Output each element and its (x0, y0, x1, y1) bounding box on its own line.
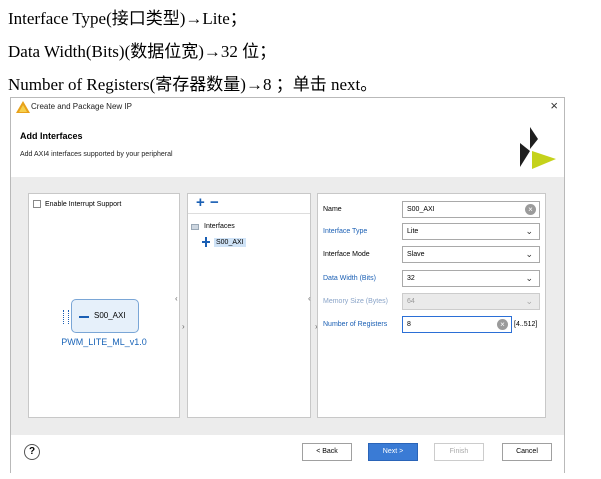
clear-name-icon[interactable]: × (525, 204, 536, 215)
add-interface-button[interactable]: + (196, 195, 205, 211)
collapse-arrow-icon[interactable]: ‹ (175, 294, 178, 303)
ip-name-label: PWM_LITE_ML_v1.0 (61, 337, 147, 347)
bus-connector-icon (63, 310, 69, 324)
interface-mode-row: Interface Mode Slave ⌄ (323, 246, 543, 263)
title-bar: Create and Package New IP × (11, 98, 564, 117)
memory-size-row: Memory Size (Bytes) 64 ⌄ (323, 293, 543, 310)
interfaces-folder[interactable]: Interfaces (191, 223, 235, 230)
next-button[interactable]: Next > (368, 443, 418, 461)
ip-port-label: S00_AXI (94, 311, 126, 320)
name-row: Name S00_AXI × (323, 201, 543, 218)
interface-mode-value: Slave (407, 251, 425, 258)
xilinx-logo-icon (520, 127, 556, 169)
vivado-logo-icon (16, 101, 30, 113)
chevron-down-icon: ⌄ (525, 249, 533, 259)
close-icon[interactable]: × (550, 99, 558, 113)
clear-registers-icon[interactable]: × (497, 319, 508, 330)
create-package-ip-dialog: Create and Package New IP × Add Interfac… (10, 97, 565, 473)
interface-type-value: Lite (407, 228, 419, 235)
ip-preview-panel: Enable Interrupt Support S00_AXI PWM_LIT… (28, 193, 185, 418)
interface-item-label: S00_AXI (214, 237, 246, 247)
registers-value: 8 (407, 321, 411, 328)
ip-symbol: S00_AXI (63, 299, 139, 333)
registers-row: Number of Registers 8 × [4..512] (323, 316, 543, 333)
name-value: S00_AXI (407, 206, 435, 213)
memory-size-label: Memory Size (Bytes) (323, 298, 388, 305)
collapse-arrow-icon[interactable]: ‹ (308, 294, 311, 303)
port-minus-icon (79, 316, 89, 318)
interface-item-s00-axi[interactable]: S00_AXI (202, 236, 246, 248)
data-width-label: Data Width (Bits) (323, 275, 376, 282)
memory-size-select: 64 ⌄ (402, 293, 540, 310)
interfaces-panel: + − Interfaces S00_AXI ‹ › (187, 193, 318, 418)
interface-type-select[interactable]: Lite ⌄ (402, 223, 540, 240)
interrupt-option[interactable]: Enable Interrupt Support (33, 200, 121, 208)
cancel-button[interactable]: Cancel (502, 443, 552, 461)
dialog-footer: ? < Back Next > Finish Cancel (11, 435, 564, 473)
interrupt-label: Enable Interrupt Support (45, 200, 122, 208)
registers-range: [4..512] (514, 321, 538, 328)
help-icon[interactable]: ? (24, 444, 40, 460)
memory-size-value: 64 (407, 298, 415, 305)
doc-line-interface-type: Interface Type(接口类型)→Lite； (8, 9, 247, 28)
interfaces-folder-label: Interfaces (204, 223, 235, 230)
chevron-down-icon: ⌄ (525, 273, 533, 283)
folder-icon (191, 223, 199, 230)
page-subtitle: Add AXI4 interfaces supported by your pe… (20, 151, 173, 158)
registers-input[interactable]: 8 × (402, 316, 512, 333)
doc-line-data-width: Data Width(Bits)(数据位宽)→32 位； (8, 42, 277, 61)
interface-type-label: Interface Type (323, 228, 368, 235)
finish-button: Finish (434, 443, 484, 461)
data-width-value: 32 (407, 275, 415, 282)
name-input[interactable]: S00_AXI × (402, 201, 540, 218)
interrupt-checkbox[interactable] (33, 200, 41, 208)
back-button[interactable]: < Back (302, 443, 352, 461)
bus-interface-icon (202, 237, 210, 247)
chevron-down-icon: ⌄ (525, 226, 533, 236)
data-width-row: Data Width (Bits) 32 ⌄ (323, 270, 543, 287)
expand-arrow-icon[interactable]: › (182, 322, 185, 331)
window-title: Create and Package New IP (31, 102, 132, 111)
page-header: Add Interfaces Add AXI4 interfaces suppo… (11, 117, 564, 177)
chevron-down-icon: ⌄ (525, 296, 533, 306)
interface-type-row: Interface Type Lite ⌄ (323, 223, 543, 240)
page-title: Add Interfaces (20, 131, 83, 141)
interfaces-toolbar: + − (188, 194, 310, 214)
interface-mode-select[interactable]: Slave ⌄ (402, 246, 540, 263)
remove-interface-button[interactable]: − (210, 195, 219, 211)
wizard-body: Enable Interrupt Support S00_AXI PWM_LIT… (11, 177, 564, 435)
data-width-select[interactable]: 32 ⌄ (402, 270, 540, 287)
doc-line-registers: Number of Registers(寄存器数量)→8 ；单击 next。 (8, 75, 378, 94)
registers-label: Number of Registers (323, 321, 388, 328)
interface-properties-panel: Name S00_AXI × Interface Type Lite ⌄ Int… (317, 193, 546, 418)
name-label: Name (323, 206, 342, 213)
interface-mode-label: Interface Mode (323, 251, 370, 258)
